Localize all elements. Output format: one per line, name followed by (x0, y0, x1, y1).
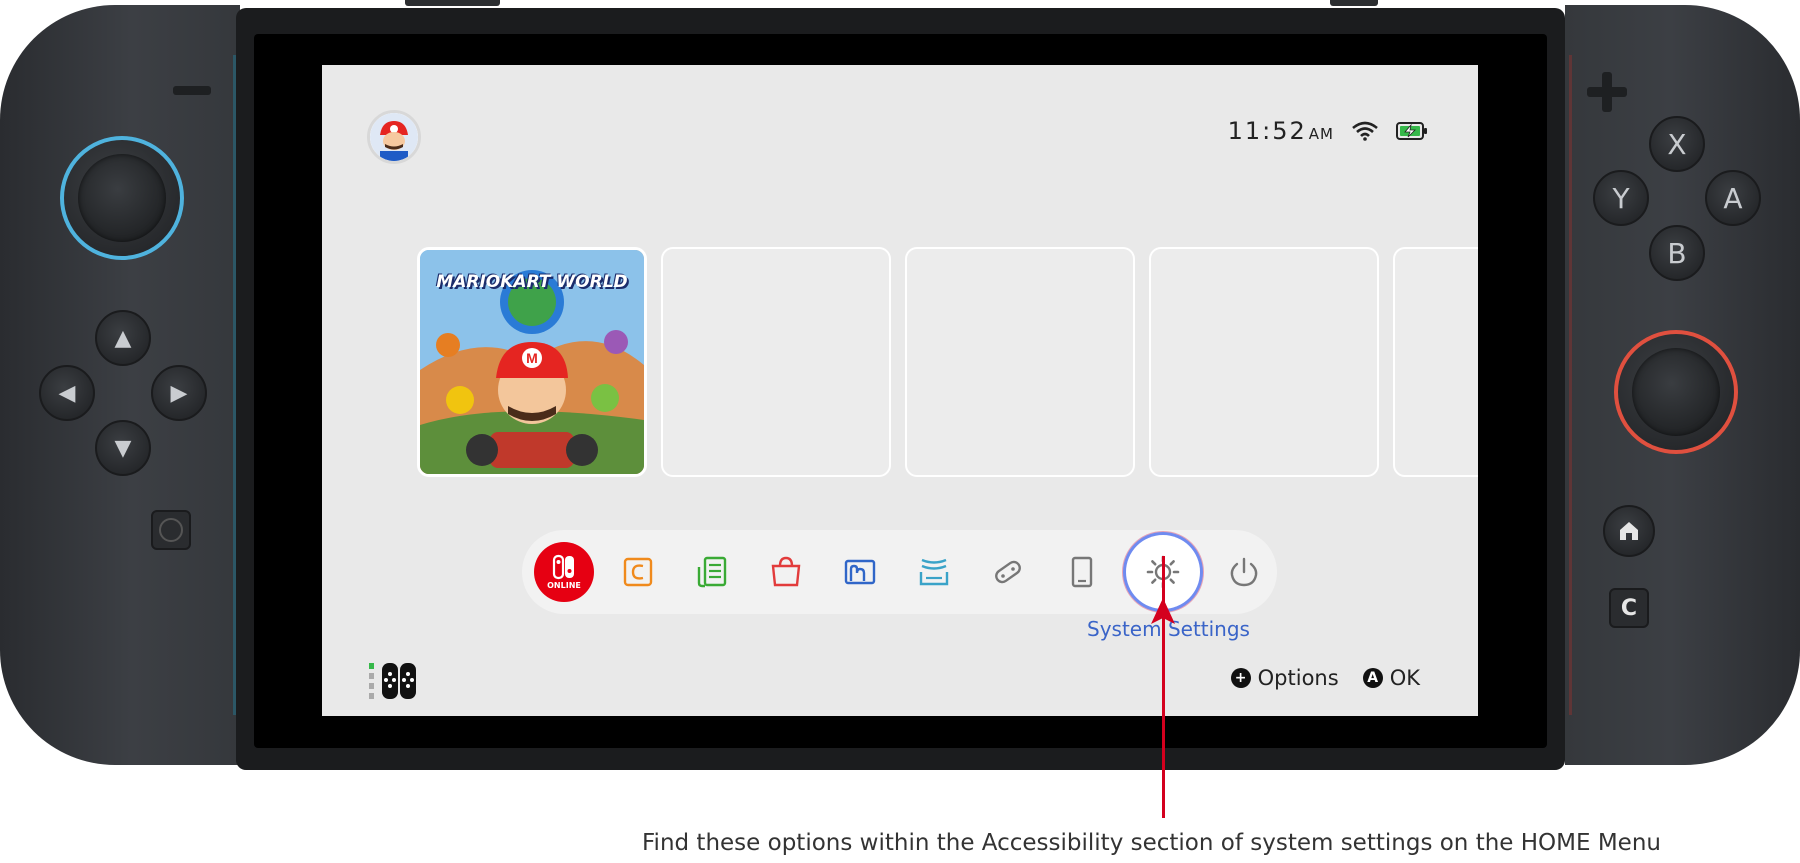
b-button-label: B (1667, 236, 1687, 270)
annotation-arrow (1162, 556, 1165, 818)
capture-button[interactable] (151, 510, 191, 550)
empty-tile[interactable] (1149, 247, 1379, 477)
y-button-label: Y (1612, 181, 1630, 215)
user-avatar[interactable] (367, 110, 421, 164)
a-button-icon: A (1362, 668, 1383, 688)
annotation-caption: Find these options within the Accessibil… (642, 830, 1661, 856)
online-label: ONLINE (547, 581, 581, 590)
gamechat-button[interactable] (608, 542, 668, 602)
clock-time: 11:52 (1227, 117, 1307, 145)
button-hints: + Options A OK (1217, 666, 1420, 690)
signal-bars-icon (369, 663, 374, 699)
virtual-game-cards-button[interactable] (1052, 542, 1112, 602)
game-cards-button[interactable] (904, 542, 964, 602)
b-button[interactable]: B (1649, 225, 1705, 281)
status-bar: 11:52 AM (1228, 117, 1428, 145)
nintendo-switch-online-icon (552, 554, 574, 580)
game-title-art: MARIOKART WORLD (436, 272, 628, 292)
right-stick[interactable] (1614, 330, 1738, 454)
nintendo-switch-online-button[interactable]: ONLINE (534, 542, 594, 602)
clock: 11:52 AM (1228, 117, 1334, 145)
mario-avatar-icon (370, 113, 418, 161)
options-label: Options (1257, 666, 1339, 690)
dpad-down-button[interactable]: ▼ (95, 420, 151, 476)
plus-icon: + (1230, 668, 1251, 688)
home-menu-screen: 11:52 AM M MARIOKART WORLD ONLINE System… (322, 65, 1478, 716)
game-tile-mario-kart-world[interactable]: M MARIOKART WORLD (417, 247, 647, 477)
gamechat-icon (623, 557, 653, 587)
controllers-icon (995, 560, 1021, 584)
options-hint[interactable]: + Options (1230, 666, 1339, 690)
a-button[interactable]: A (1705, 170, 1761, 226)
game-cards-icon (919, 558, 949, 586)
ok-hint[interactable]: A OK (1362, 666, 1420, 690)
home-icon (1620, 522, 1638, 540)
left-stick[interactable] (60, 136, 184, 260)
album-icon (844, 559, 876, 585)
dpad-right-button[interactable]: ▶ (151, 365, 207, 421)
empty-tile[interactable] (661, 247, 891, 477)
album-button[interactable] (830, 542, 890, 602)
top-button-left (405, 0, 500, 6)
a-button-label: A (1723, 181, 1743, 215)
power-button[interactable] (1214, 542, 1274, 602)
minus-button[interactable] (173, 86, 211, 95)
wifi-icon (1352, 121, 1378, 141)
plus-button[interactable] (1587, 72, 1627, 112)
ok-label: OK (1389, 666, 1420, 690)
svg-text:M: M (526, 350, 538, 366)
dpad-left-button[interactable]: ◀ (39, 365, 95, 421)
x-button[interactable]: X (1649, 116, 1705, 172)
clock-meridiem: AM (1308, 125, 1334, 143)
eshop-button[interactable] (756, 542, 816, 602)
c-button[interactable]: C (1609, 588, 1649, 628)
power-icon (1230, 557, 1258, 587)
news-button[interactable] (682, 542, 742, 602)
top-button-right (1330, 0, 1378, 6)
controllers-button[interactable] (978, 542, 1038, 602)
c-button-label: C (1620, 595, 1638, 621)
home-button[interactable] (1603, 505, 1655, 557)
x-button-label: X (1667, 127, 1687, 161)
empty-tile[interactable] (1393, 247, 1478, 477)
eshop-icon (771, 556, 801, 587)
empty-tile[interactable] (905, 247, 1135, 477)
game-tiles: M MARIOKART WORLD (417, 247, 1478, 477)
news-icon (697, 556, 727, 588)
dpad-up-button[interactable]: ▲ (95, 310, 151, 366)
joycon-pair-icon (382, 663, 416, 699)
y-button[interactable]: Y (1593, 170, 1649, 226)
controller-indicator[interactable] (367, 662, 417, 700)
virtual-game-cards-icon (1071, 556, 1093, 588)
battery-charging-icon (1396, 122, 1427, 140)
